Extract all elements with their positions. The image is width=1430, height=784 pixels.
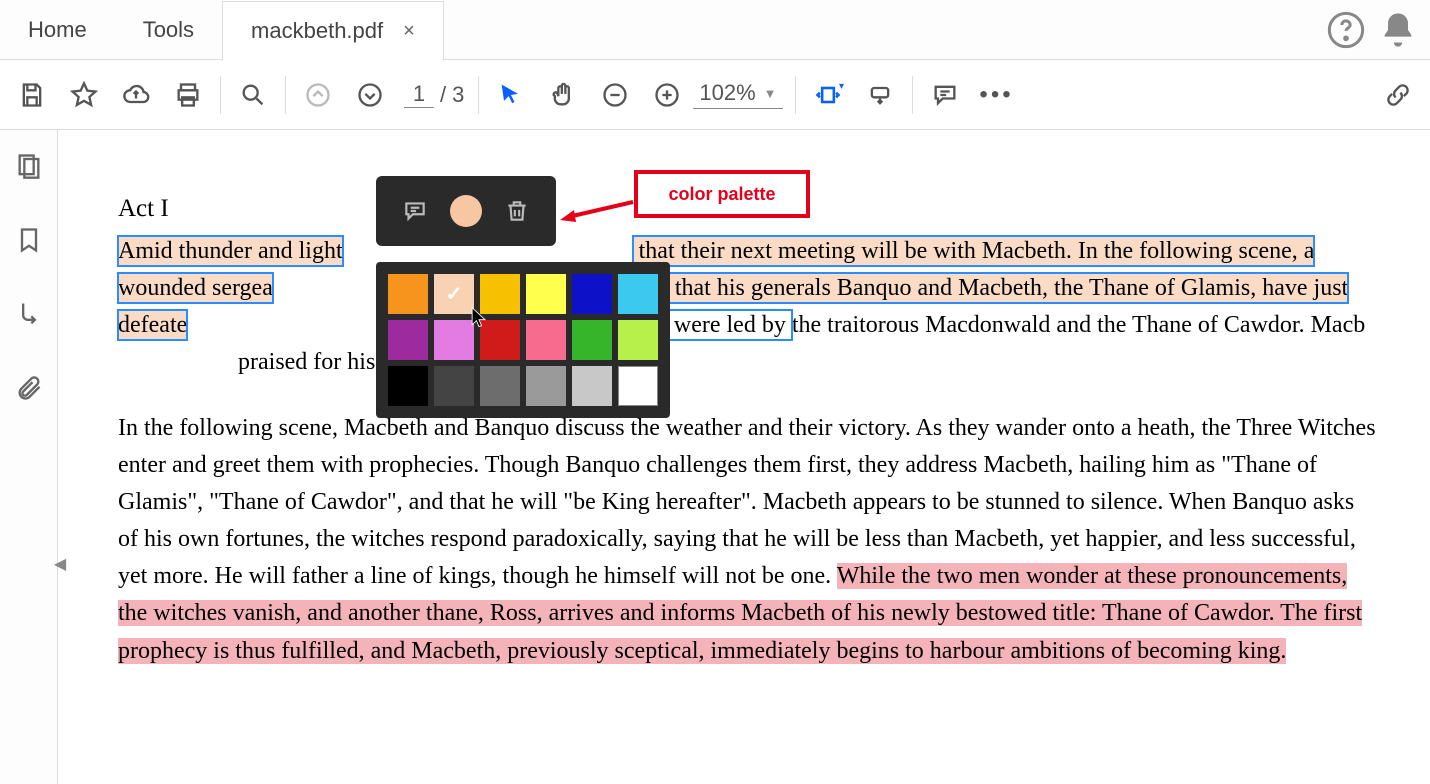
color-swatch[interactable]	[480, 274, 520, 314]
color-swatch[interactable]	[572, 366, 612, 406]
color-palette	[376, 262, 670, 418]
hand-tool-icon[interactable]	[537, 69, 589, 121]
color-swatch[interactable]	[618, 320, 658, 360]
navigation-icon[interactable]	[11, 296, 47, 332]
current-color-dot	[450, 195, 482, 227]
page-current[interactable]: 1	[404, 81, 434, 108]
callout-label: color palette	[634, 170, 810, 218]
color-swatch[interactable]	[618, 274, 658, 314]
highlight-color-button[interactable]	[446, 191, 486, 231]
bookmark-icon[interactable]	[11, 222, 47, 258]
document-view[interactable]: Act I Amid thunder and light that their …	[58, 130, 1430, 784]
color-swatch[interactable]	[388, 366, 428, 406]
color-swatch[interactable]	[434, 366, 474, 406]
attachment-icon[interactable]	[11, 370, 47, 406]
close-tab-icon[interactable]: ×	[403, 20, 415, 43]
paragraph-1[interactable]: Amid thunder and light that their next m…	[118, 233, 1380, 382]
zoom-value: 102%	[699, 80, 755, 106]
comment-icon[interactable]	[919, 69, 971, 121]
zoom-in-icon[interactable]	[641, 69, 693, 121]
more-icon[interactable]: •••	[971, 69, 1023, 121]
search-icon[interactable]	[227, 69, 279, 121]
page-down-icon[interactable]	[344, 69, 396, 121]
paragraph-2[interactable]: In the following scene, Macbeth and Banq…	[118, 410, 1380, 670]
cloud-upload-icon[interactable]	[110, 69, 162, 121]
star-icon[interactable]	[58, 69, 110, 121]
color-swatch[interactable]	[526, 320, 566, 360]
color-swatch[interactable]	[480, 366, 520, 406]
color-swatch[interactable]	[526, 366, 566, 406]
save-icon[interactable]	[6, 69, 58, 121]
page-indicator[interactable]: 1 / 3	[404, 81, 464, 108]
add-note-icon[interactable]	[395, 191, 435, 231]
color-swatch[interactable]	[388, 320, 428, 360]
color-swatch[interactable]	[526, 274, 566, 314]
main-toolbar: 1 / 3 102% ▼ ▾ •••	[0, 60, 1430, 130]
delete-icon[interactable]	[497, 191, 537, 231]
para1-seg-e: the traitorous Macdonwald and the Thane …	[792, 312, 1365, 338]
annotation-toolbar	[376, 176, 556, 246]
color-swatch[interactable]	[618, 366, 658, 406]
para1-seg-a: Amid thunder and light	[118, 236, 343, 266]
page-sep: /	[440, 82, 446, 108]
color-swatch[interactable]	[434, 274, 474, 314]
selection-tool-icon[interactable]	[485, 69, 537, 121]
fit-width-icon[interactable]: ▾	[802, 69, 854, 121]
tab-bar: Home Tools mackbeth.pdf ×	[0, 0, 1430, 60]
notifications-icon[interactable]	[1378, 10, 1418, 50]
zoom-dropdown[interactable]: 102% ▼	[693, 80, 782, 109]
tab-file[interactable]: mackbeth.pdf ×	[222, 1, 444, 61]
color-swatch[interactable]	[434, 320, 474, 360]
zoom-out-icon[interactable]	[589, 69, 641, 121]
left-sidebar	[0, 130, 58, 784]
color-swatch[interactable]	[572, 274, 612, 314]
help-icon[interactable]	[1326, 10, 1366, 50]
thumbnails-icon[interactable]	[11, 148, 47, 184]
color-swatch[interactable]	[480, 320, 520, 360]
chevron-down-icon: ▼	[764, 86, 777, 101]
tab-tools[interactable]: Tools	[115, 0, 222, 60]
print-icon[interactable]	[162, 69, 214, 121]
main-area: ◀ Act I Amid thunder and light that thei…	[0, 130, 1430, 784]
share-link-icon[interactable]	[1372, 69, 1424, 121]
color-swatch[interactable]	[388, 274, 428, 314]
tab-home[interactable]: Home	[0, 0, 115, 60]
page-up-icon[interactable]	[292, 69, 344, 121]
color-swatch[interactable]	[572, 320, 612, 360]
scroll-mode-icon[interactable]	[854, 69, 906, 121]
tab-file-label: mackbeth.pdf	[251, 18, 383, 44]
page-total: 3	[452, 82, 464, 108]
